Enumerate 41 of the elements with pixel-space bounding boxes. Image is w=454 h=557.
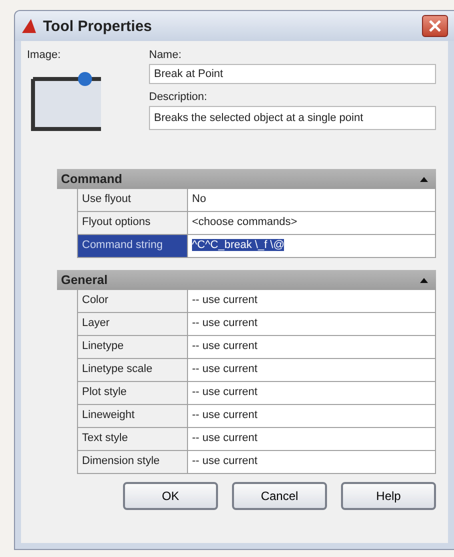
app-logo-icon	[21, 18, 37, 34]
property-row[interactable]: Lineweight -- use current	[77, 405, 436, 428]
property-value: -- use current	[188, 382, 435, 404]
property-name: Command string	[78, 235, 188, 257]
collapse-arrow-icon[interactable]	[420, 176, 428, 182]
dialog-button[interactable]: Cancel	[232, 482, 327, 510]
property-value: -- use current	[188, 336, 435, 358]
property-row[interactable]: Flyout options <choose commands>	[77, 212, 436, 235]
dialog-button[interactable]: OK	[123, 482, 218, 510]
property-row[interactable]: Plot style -- use current	[77, 382, 436, 405]
name-field[interactable]: Break at Point	[149, 64, 436, 84]
property-value: -- use current	[188, 359, 435, 381]
image-label: Image:	[27, 49, 62, 61]
section-header[interactable]: General	[57, 270, 436, 290]
description-label: Description:	[149, 91, 208, 103]
property-value: -- use current	[188, 290, 435, 312]
window-title: Tool Properties	[43, 18, 153, 34]
property-row[interactable]: Layer -- use current	[77, 313, 436, 336]
dialog-button[interactable]: Help	[341, 482, 436, 510]
description-field[interactable]: Breaks the selected object at a single point	[149, 106, 436, 130]
property-value: -- use current	[188, 428, 435, 450]
close-button[interactable]	[422, 15, 448, 37]
property-value: No	[188, 189, 435, 211]
property-row[interactable]: Linetype -- use current	[77, 336, 436, 359]
collapse-arrow-icon[interactable]	[420, 276, 428, 284]
section-title: Command	[61, 172, 122, 186]
close-icon	[429, 20, 441, 32]
property-row[interactable]: Dimension style -- use current	[77, 451, 436, 474]
property-value: ^C^C_break \_f \@	[188, 235, 435, 257]
property-row[interactable]: Color -- use current	[77, 290, 436, 313]
property-value: <choose commands>	[188, 212, 435, 234]
property-value: -- use current	[188, 313, 435, 335]
property-row[interactable]: Linetype scale -- use current	[77, 359, 436, 382]
property-row[interactable]: Use flyout No	[77, 189, 436, 212]
property-value: -- use current	[188, 451, 435, 473]
property-row[interactable]: Command string ^C^C_break \_f \@	[77, 235, 436, 258]
name-label: Name:	[149, 49, 182, 61]
section-header[interactable]: Command	[57, 169, 436, 189]
property-row[interactable]: Text style -- use current	[77, 428, 436, 451]
property-value: -- use current	[188, 405, 435, 427]
section-title: General	[61, 273, 108, 287]
